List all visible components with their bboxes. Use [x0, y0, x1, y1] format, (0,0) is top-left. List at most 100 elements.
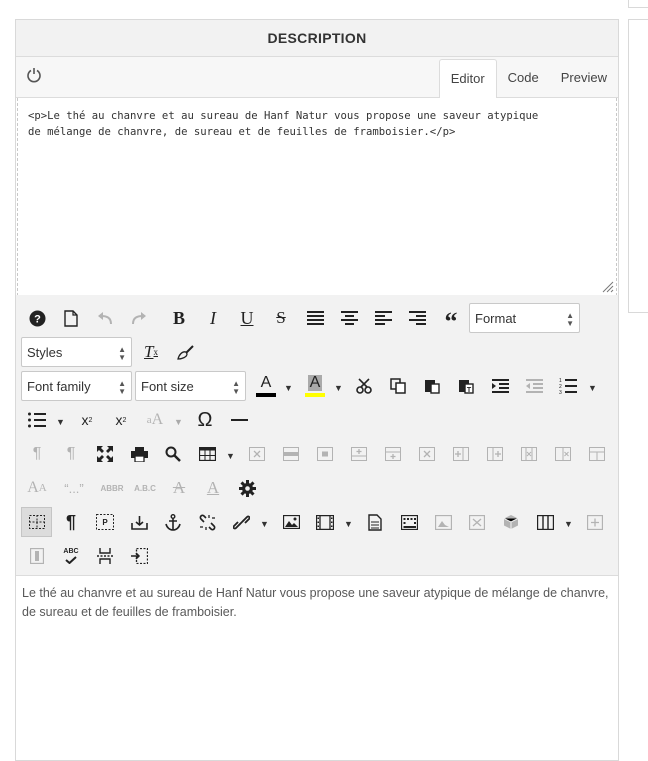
insert-row-after-icon[interactable]	[382, 443, 404, 465]
delete-col-icon[interactable]	[518, 443, 540, 465]
copy-icon[interactable]	[387, 375, 409, 397]
font-size-select-label: Font size	[141, 379, 194, 394]
underline-icon[interactable]: U	[236, 307, 258, 329]
bullet-list-caret-icon[interactable]: ▼	[56, 417, 65, 427]
horizontal-rule-icon[interactable]	[228, 409, 250, 431]
format-select[interactable]: Format ▲ ▼	[469, 303, 580, 333]
align-center-icon[interactable]	[338, 307, 360, 329]
background-color-icon[interactable]: A	[303, 373, 327, 399]
resize-handle-icon[interactable]	[602, 281, 614, 293]
split-cells-icon[interactable]	[552, 443, 574, 465]
indent-icon[interactable]	[489, 375, 511, 397]
background-color-caret-icon[interactable]: ▼	[334, 383, 343, 393]
print-icon[interactable]	[128, 443, 150, 465]
ltr-icon[interactable]: ¶	[26, 443, 48, 465]
media-icon[interactable]	[314, 511, 336, 533]
settings-icon[interactable]	[236, 477, 258, 499]
merge-cells-icon[interactable]	[586, 443, 608, 465]
image-box-icon[interactable]	[432, 511, 454, 533]
image-icon[interactable]	[280, 511, 302, 533]
new-document-icon[interactable]	[60, 307, 82, 329]
help-icon[interactable]: ?	[26, 307, 48, 329]
template-icon[interactable]	[364, 511, 386, 533]
link-icon[interactable]	[230, 511, 252, 533]
fullscreen-icon[interactable]	[94, 443, 116, 465]
pagebreak-icon[interactable]	[94, 545, 116, 567]
remove-box-icon[interactable]	[466, 511, 488, 533]
redo-icon[interactable]	[128, 307, 150, 329]
pilcrow-icon[interactable]: ¶	[60, 511, 82, 533]
table-icon[interactable]	[196, 443, 218, 465]
search-icon[interactable]	[162, 443, 184, 465]
spellcheck-icon[interactable]: ABC	[60, 545, 82, 567]
font-size-icon[interactable]: aA	[144, 409, 166, 431]
link-caret-icon[interactable]: ▼	[260, 519, 269, 529]
quote-icon[interactable]: “...”	[60, 477, 88, 499]
undo-icon[interactable]	[94, 307, 116, 329]
font-underline-a-icon[interactable]: A	[202, 477, 224, 499]
rtl-icon[interactable]: ¶	[60, 443, 82, 465]
blockquote-icon[interactable]: “	[440, 307, 462, 335]
cut-icon[interactable]	[353, 375, 375, 397]
column-box-icon[interactable]	[26, 545, 48, 567]
numbered-list-icon[interactable]: 123	[557, 375, 579, 397]
font-size-select[interactable]: Font size ▲ ▼	[135, 371, 246, 401]
remove-format-icon[interactable]: A	[168, 477, 190, 499]
editor-topbar: Editor Code Preview	[16, 57, 618, 99]
insert-col-after-icon[interactable]	[484, 443, 506, 465]
unlink-icon[interactable]	[196, 511, 218, 533]
description-panel: DESCRIPTION Editor Code Preview <p>Le th…	[15, 19, 619, 761]
power-icon[interactable]	[26, 67, 42, 83]
styles-select[interactable]: Styles ▲ ▼	[21, 337, 132, 367]
table-caret-icon[interactable]: ▼	[226, 451, 235, 461]
omega-icon[interactable]: Ω	[194, 409, 216, 431]
rendered-preview[interactable]: Le thé au chanvre et au sureau de Hanf N…	[16, 576, 618, 630]
tab-editor[interactable]: Editor	[438, 59, 497, 99]
tab-preview[interactable]: Preview	[550, 59, 618, 97]
html-code-textarea[interactable]: <p>Le thé au chanvre et au sureau de Han…	[17, 98, 617, 296]
cell-props-icon[interactable]	[314, 443, 336, 465]
italic-icon[interactable]: I	[202, 307, 224, 329]
paste-text-icon[interactable]: T	[455, 375, 477, 397]
font-size-caret-icon[interactable]: ▼	[174, 417, 183, 427]
align-left-icon[interactable]	[372, 307, 394, 329]
columns-icon[interactable]	[534, 511, 556, 533]
insert-row-before-icon[interactable]	[348, 443, 370, 465]
columns-caret-icon[interactable]: ▼	[564, 519, 573, 529]
text-color-caret-icon[interactable]: ▼	[284, 383, 293, 393]
insert-col-before-icon[interactable]	[450, 443, 472, 465]
cube-icon[interactable]	[500, 511, 522, 533]
outdent-icon[interactable]	[523, 375, 545, 397]
format-painter-icon[interactable]	[174, 341, 196, 363]
svg-text:P: P	[102, 518, 108, 527]
paste-icon[interactable]	[421, 375, 443, 397]
bold-icon[interactable]: B	[168, 307, 190, 329]
text-color-icon[interactable]: A	[254, 373, 278, 399]
strikethrough-icon[interactable]: S	[270, 307, 292, 329]
delete-table-icon[interactable]	[246, 443, 268, 465]
add-box-icon[interactable]	[584, 511, 606, 533]
tab-code[interactable]: Code	[497, 59, 550, 97]
abbr-abc-icon[interactable]: A.B.C	[132, 477, 158, 499]
clear-format-icon[interactable]: Tx	[140, 341, 162, 363]
media-caret-icon[interactable]: ▼	[344, 519, 353, 529]
bullet-list-icon[interactable]	[26, 409, 48, 431]
numbered-list-caret-icon[interactable]: ▼	[588, 383, 597, 393]
insert-block-icon[interactable]	[128, 545, 150, 567]
row-props-icon[interactable]	[280, 443, 302, 465]
layer-icon[interactable]	[398, 511, 420, 533]
anchor-icon[interactable]	[162, 511, 184, 533]
insert-icon[interactable]	[128, 511, 150, 533]
font-family-select-label: Font family	[27, 379, 91, 394]
paragraph-box-icon[interactable]: P	[94, 511, 116, 533]
align-right-icon[interactable]	[406, 307, 428, 329]
superscript-icon[interactable]: x2	[110, 409, 132, 431]
visual-blocks-icon[interactable]	[21, 507, 52, 537]
font-family-select[interactable]: Font family ▲ ▼	[21, 371, 132, 401]
font-a-icon[interactable]: AA	[26, 477, 48, 499]
delete-row-icon[interactable]	[416, 443, 438, 465]
align-justify-icon[interactable]	[304, 307, 326, 329]
code-content[interactable]: <p>Le thé au chanvre et au sureau de Han…	[18, 98, 616, 150]
abbr-icon[interactable]: ABBR	[100, 477, 124, 499]
subscript-icon[interactable]: x2	[76, 409, 98, 431]
